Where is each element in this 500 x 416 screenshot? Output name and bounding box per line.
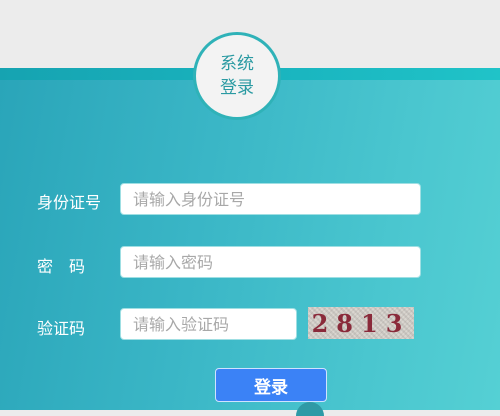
captcha-label: 验证码 <box>37 319 86 338</box>
login-panel <box>0 80 500 410</box>
password-label: 密 码 <box>37 257 86 276</box>
id-number-input[interactable] <box>120 183 421 215</box>
badge-line1: 系统 <box>220 54 254 74</box>
login-button[interactable]: 登录 <box>215 368 327 402</box>
captcha-input[interactable] <box>120 308 297 340</box>
captcha-image[interactable]: 2813 <box>308 307 414 339</box>
password-input[interactable] <box>120 246 421 278</box>
badge-line2: 登录 <box>220 78 254 98</box>
id-number-label: 身份证号 <box>37 193 102 212</box>
system-login-badge: 系统 登录 <box>193 32 281 120</box>
captcha-text: 2813 <box>311 308 411 338</box>
